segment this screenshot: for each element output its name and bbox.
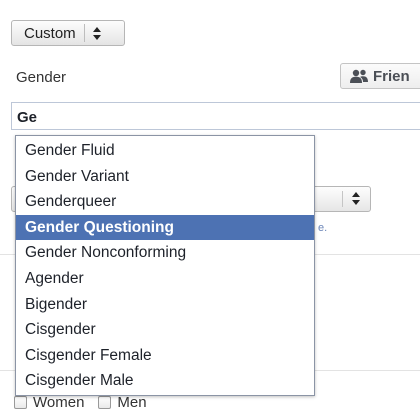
audience-select[interactable]: Custom xyxy=(11,20,125,46)
gender-label: Gender xyxy=(16,69,67,86)
suggestion-item[interactable]: Cisgender xyxy=(16,317,314,343)
suggestion-item[interactable]: Agender xyxy=(16,266,314,292)
friends-privacy-button[interactable]: Frien xyxy=(340,63,420,89)
friends-icon xyxy=(349,68,369,84)
up-down-arrows-icon xyxy=(352,192,360,209)
women-label: Women xyxy=(33,394,85,411)
gender-input[interactable] xyxy=(11,102,420,130)
background-hint-text: e. xyxy=(318,222,328,234)
men-checkbox[interactable] xyxy=(98,396,112,409)
suggestion-item[interactable]: Cisgender Male xyxy=(16,368,314,394)
suggestion-item[interactable]: Gender Nonconforming xyxy=(16,240,314,266)
women-checkbox[interactable] xyxy=(14,396,27,409)
suggestion-item[interactable]: Genderqueer xyxy=(16,189,314,215)
gender-suggestions-dropdown: Gender Fluid Gender Variant Genderqueer … xyxy=(15,135,315,396)
suggestion-item[interactable]: Cisgender Female xyxy=(16,343,314,369)
suggestion-item[interactable]: Gender Variant xyxy=(16,164,314,190)
men-label: Men xyxy=(117,394,147,411)
interested-in-checkboxes: Women Men xyxy=(14,394,161,411)
suggestion-item[interactable]: Gender Fluid xyxy=(16,138,314,164)
up-down-arrows-icon xyxy=(85,26,109,40)
friends-button-label: Frien xyxy=(373,67,410,85)
audience-select-value: Custom xyxy=(24,24,76,42)
suggestion-item[interactable]: Bigender xyxy=(16,292,314,318)
suggestion-item-selected[interactable]: Gender Questioning xyxy=(16,214,314,241)
select-divider xyxy=(342,191,343,207)
